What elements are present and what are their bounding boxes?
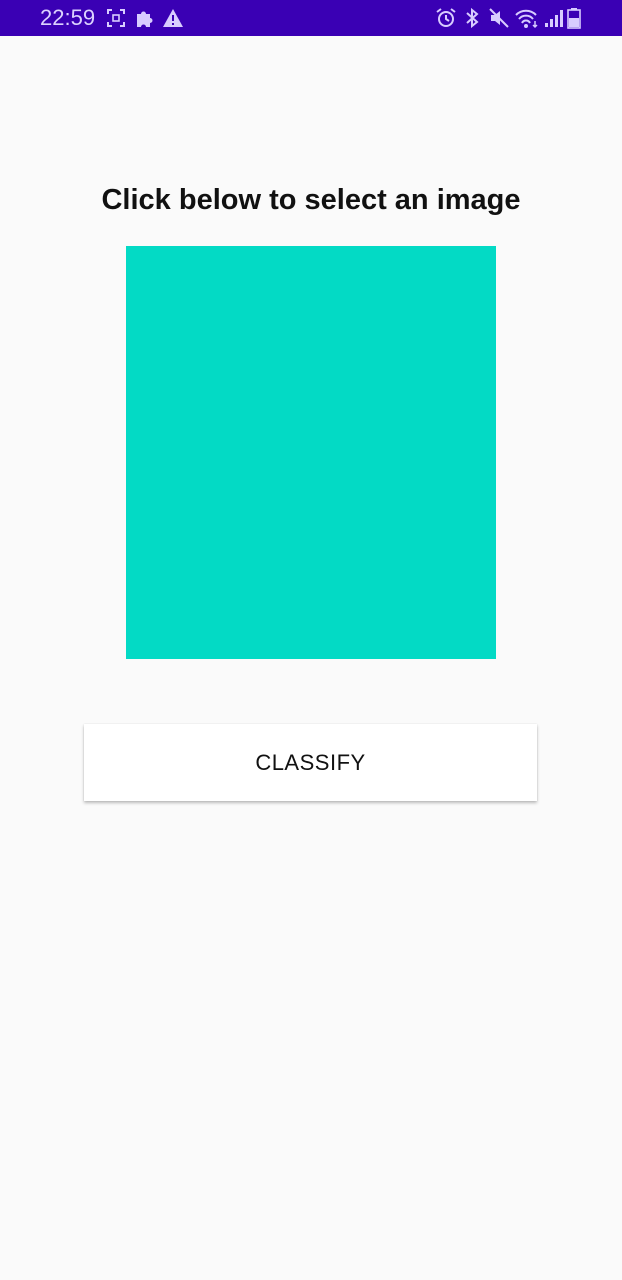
- status-time: 22:59: [40, 5, 96, 30]
- image-picker[interactable]: [126, 246, 496, 659]
- classify-button[interactable]: CLASSIFY: [84, 724, 537, 801]
- app-content: Click below to select an image CLASSIFY: [0, 36, 622, 1280]
- wifi-icon: [514, 7, 540, 29]
- signal-icon: [543, 7, 565, 29]
- mute-icon: [488, 7, 510, 29]
- instruction-text: Click below to select an image: [101, 184, 521, 216]
- bluetooth-icon: [461, 7, 483, 29]
- screenshot-icon: [105, 7, 127, 29]
- status-bar: 22:59: [0, 0, 622, 36]
- puzzle-icon: [133, 7, 155, 29]
- alarm-icon: [435, 7, 457, 29]
- battery-icon: [566, 7, 582, 29]
- warning-icon: [162, 7, 184, 29]
